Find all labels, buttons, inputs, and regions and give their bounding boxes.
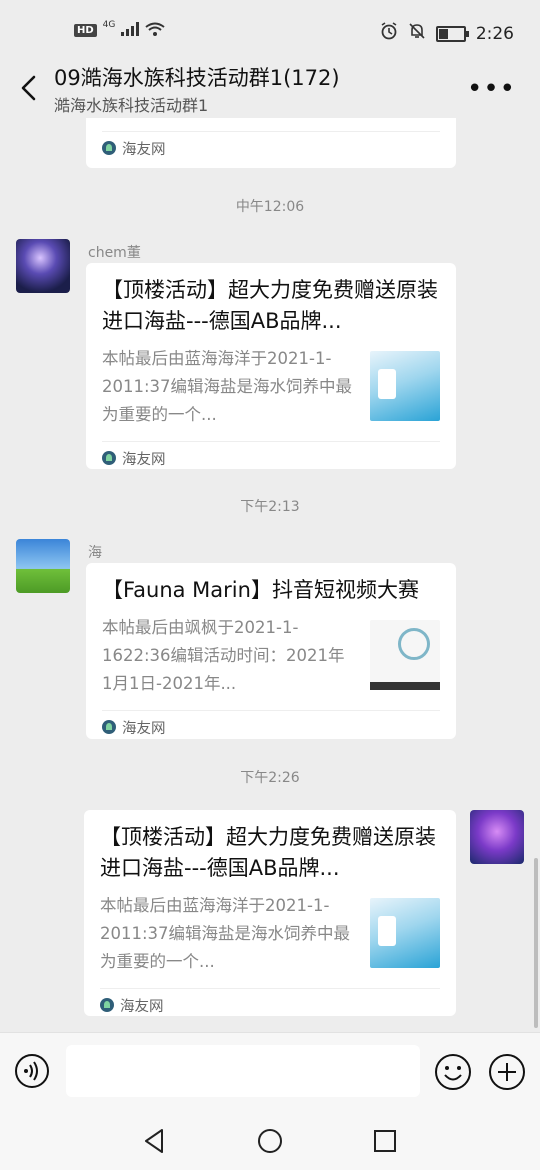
- more-button[interactable]: •••: [467, 74, 516, 104]
- own-avatar[interactable]: [470, 810, 524, 864]
- source-name: 海友网: [122, 720, 166, 737]
- voice-icon: [15, 1054, 49, 1088]
- card-thumbnail: [370, 351, 440, 421]
- card-description: 本帖最后由蓝海海洋于2021-1-2011:37编辑海盐是海水饲养中最为重要的一…: [100, 896, 351, 971]
- status-left: HD 4G: [74, 19, 165, 39]
- sender-name: 海: [88, 545, 102, 561]
- network-type: 4G: [102, 19, 116, 30]
- chat-header: 09澔海水族科技活动群1(172) 澔海水族科技活动群1 •••: [0, 62, 540, 118]
- source-logo-icon: [100, 998, 114, 1012]
- clock-time: 2:26: [475, 23, 514, 44]
- back-button[interactable]: [14, 72, 46, 104]
- message-input[interactable]: [66, 1045, 420, 1097]
- card-body: 本帖最后由飒枫于2021-1-1622:36编辑活动时间：2021年1月1日-2…: [102, 614, 440, 698]
- chat-subtitle: 澔海水族科技活动群1: [54, 96, 209, 115]
- message-list[interactable]: 海友网 中午12:06 chem董 【顶楼活动】超大力度免费赠送原装进口海盐--…: [0, 118, 540, 1032]
- card-title: 【顶楼活动】超大力度免费赠送原装进口海盐---德国AB品牌...: [100, 825, 436, 880]
- source-logo-icon: [102, 451, 116, 465]
- wifi-icon: [145, 22, 165, 39]
- sender-name: chem董: [88, 245, 141, 261]
- card-description: 本帖最后由蓝海海洋于2021-1-2011:37编辑海盐是海水饲养中最为重要的一…: [102, 349, 353, 424]
- nav-back-button[interactable]: [140, 1126, 170, 1156]
- back-arrow-icon: [21, 75, 36, 101]
- chat-title: 09澔海水族科技活动群1(172): [54, 66, 340, 90]
- source-name: 海友网: [122, 141, 166, 158]
- status-bar: HD 4G 2:26: [0, 0, 540, 62]
- signal-icon: [121, 22, 140, 39]
- card-thumbnail: [370, 620, 440, 690]
- system-nav-bar: [0, 1114, 540, 1170]
- source-name: 海友网: [120, 998, 164, 1015]
- card-body: 本帖最后由蓝海海洋于2021-1-2011:37编辑海盐是海水饲养中最为重要的一…: [100, 892, 440, 976]
- more-actions-button[interactable]: [488, 1053, 526, 1091]
- battery-icon: [435, 25, 469, 42]
- emoji-button[interactable]: [434, 1053, 472, 1091]
- link-card-partial[interactable]: 海友网: [86, 118, 456, 168]
- status-right: 2:26: [380, 22, 514, 45]
- card-source: 海友网: [102, 710, 440, 743]
- nav-home-button[interactable]: [255, 1126, 285, 1156]
- card-description: 本帖最后由飒枫于2021-1-1622:36编辑活动时间：2021年1月1日-2…: [102, 618, 345, 693]
- link-card[interactable]: 【顶楼活动】超大力度免费赠送原装进口海盐---德国AB品牌... 本帖最后由蓝海…: [86, 263, 456, 469]
- link-card[interactable]: 【Fauna Marin】抖音短视频大赛 本帖最后由飒枫于2021-1-1622…: [86, 563, 456, 739]
- card-title: 【顶楼活动】超大力度免费赠送原装进口海盐---德国AB品牌...: [102, 278, 438, 333]
- avatar[interactable]: [16, 239, 70, 293]
- mute-bell-icon: [408, 22, 426, 45]
- input-bar: [0, 1032, 540, 1115]
- alarm-icon: [380, 22, 398, 45]
- timestamp: 下午2:26: [240, 770, 300, 786]
- nav-recents-button[interactable]: [370, 1126, 400, 1156]
- voice-button[interactable]: [14, 1053, 50, 1089]
- avatar[interactable]: [16, 539, 70, 593]
- source-logo-icon: [102, 141, 116, 155]
- source-name: 海友网: [122, 451, 166, 468]
- card-body: 本帖最后由蓝海海洋于2021-1-2011:37编辑海盐是海水饲养中最为重要的一…: [102, 345, 440, 429]
- source-logo-icon: [102, 720, 116, 734]
- card-source: 海友网: [100, 988, 440, 1021]
- emoji-icon: [435, 1054, 471, 1090]
- timestamp: 下午2:13: [240, 499, 300, 515]
- card-thumbnail: [370, 898, 440, 968]
- hd-badge: HD: [74, 24, 97, 37]
- link-card[interactable]: 【顶楼活动】超大力度免费赠送原装进口海盐---德国AB品牌... 本帖最后由蓝海…: [84, 810, 456, 1016]
- card-source: 海友网: [102, 441, 440, 474]
- circle-home-icon: [258, 1129, 282, 1153]
- triangle-back-icon: [145, 1129, 163, 1153]
- card-title: 【Fauna Marin】抖音短视频大赛: [102, 578, 419, 602]
- card-source: 海友网: [102, 131, 440, 164]
- plus-icon: [489, 1054, 525, 1090]
- scrollbar[interactable]: [534, 858, 538, 1028]
- timestamp: 中午12:06: [235, 199, 305, 215]
- square-recents-icon: [374, 1130, 396, 1152]
